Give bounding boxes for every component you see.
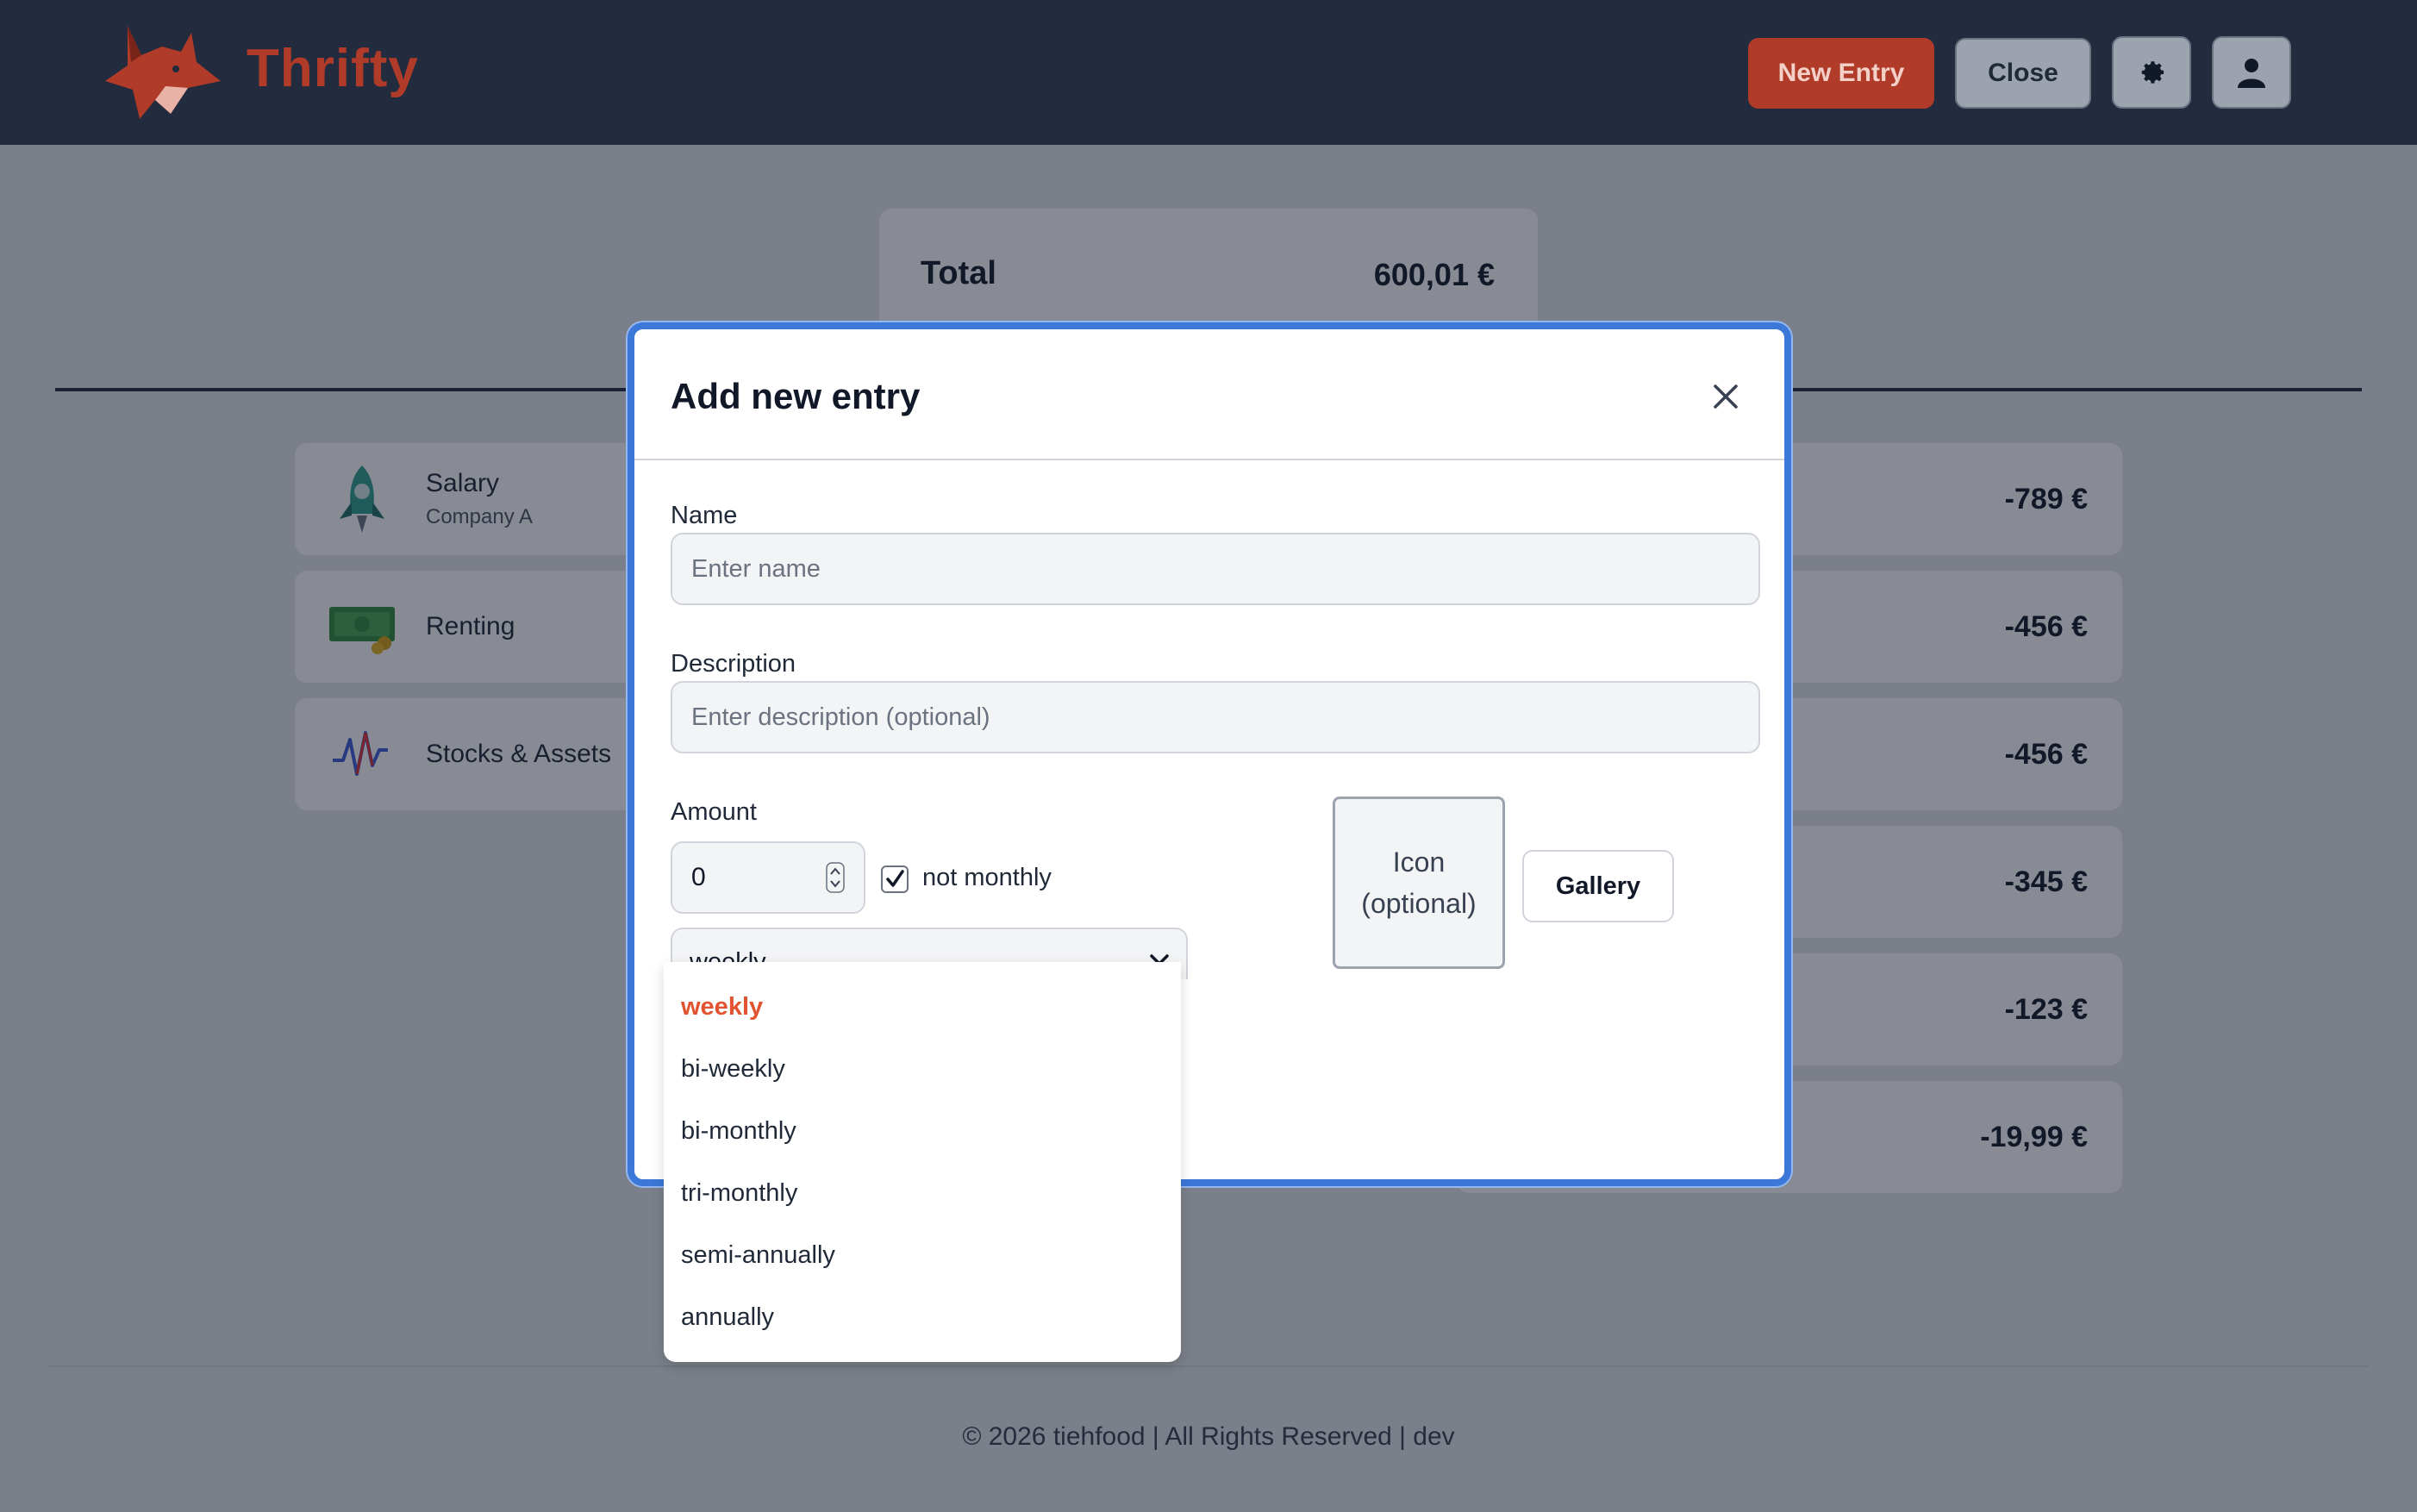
gear-icon	[2141, 61, 2164, 84]
frequency-option-bi-monthly[interactable]: bi-monthly	[681, 1117, 796, 1146]
description-input[interactable]: Enter description (optional)	[671, 681, 1760, 753]
close-icon[interactable]	[1707, 378, 1745, 415]
icon-box-label: Icon	[1392, 847, 1446, 878]
name-placeholder: Enter name	[691, 554, 821, 583]
gallery-button[interactable]: Gallery	[1522, 850, 1674, 922]
name-input[interactable]: Enter name	[671, 533, 1760, 605]
fox-logo-icon	[105, 26, 221, 119]
description-label: Description	[671, 650, 796, 678]
modal-title: Add new entry	[671, 376, 921, 416]
frequency-dropdown-list: weekly bi-weekly bi-monthly tri-monthly …	[664, 962, 1181, 1362]
name-label: Name	[671, 502, 738, 529]
close-button[interactable]: Close	[1955, 38, 2091, 109]
description-placeholder: Enter description (optional)	[691, 703, 990, 731]
frequency-option-semi-annually[interactable]: semi-annually	[681, 1241, 835, 1270]
app-header: Thrifty New Entry Close	[0, 0, 2417, 145]
not-monthly-label: not monthly	[922, 864, 1052, 891]
frequency-option-tri-monthly[interactable]: tri-monthly	[681, 1179, 797, 1208]
not-monthly-checkbox[interactable]	[881, 865, 909, 893]
user-button[interactable]	[2212, 36, 2291, 109]
spinner-arrows-icon[interactable]	[826, 862, 845, 893]
brand-name: Thrifty	[247, 39, 419, 98]
modal-header-divider	[634, 459, 1784, 460]
icon-upload-box[interactable]: Icon (optional)	[1333, 797, 1505, 969]
amount-input[interactable]: 0	[671, 841, 865, 914]
icon-box-sublabel: (optional)	[1361, 888, 1477, 919]
amount-label: Amount	[671, 798, 757, 826]
frequency-option-annually[interactable]: annually	[681, 1303, 774, 1332]
frequency-option-bi-weekly[interactable]: bi-weekly	[681, 1055, 785, 1084]
user-icon	[2238, 59, 2265, 88]
new-entry-button[interactable]: New Entry	[1748, 38, 1934, 109]
checkmark-icon	[886, 870, 904, 887]
settings-button[interactable]	[2112, 36, 2191, 109]
amount-value: 0	[691, 863, 706, 891]
frequency-option-weekly[interactable]: weekly	[681, 993, 763, 1022]
